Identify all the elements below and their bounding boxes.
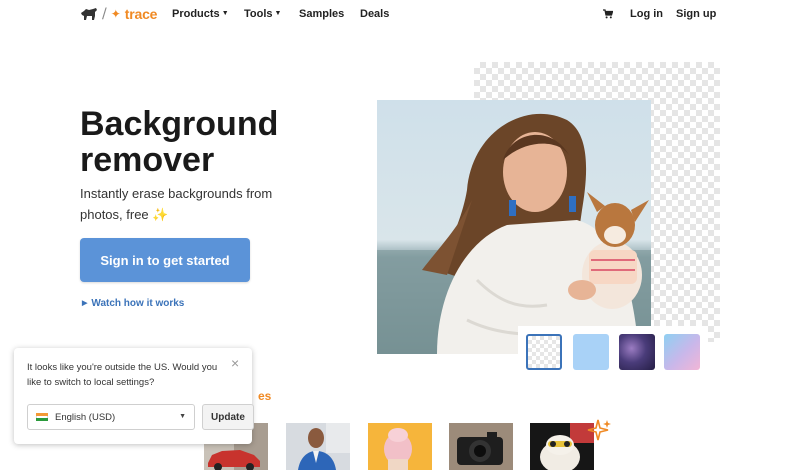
chevron-down-icon: ▼ — [179, 413, 186, 420]
sparkle-icon: ✦ — [110, 7, 121, 21]
man-in-suit-image — [286, 423, 350, 470]
update-button[interactable]: Update — [202, 404, 254, 430]
swatch-transparent[interactable] — [526, 334, 562, 370]
samples-heading: es — [258, 389, 272, 403]
signup-link[interactable]: Sign up — [676, 8, 716, 20]
woman-with-dog-image — [377, 100, 651, 354]
pink-hat-image — [368, 423, 432, 470]
nav-tools[interactable]: Tools ▼ — [244, 8, 281, 20]
logo-text: trace — [124, 6, 158, 22]
background-swatches — [518, 326, 708, 378]
hero-subtitle: Instantly erase backgrounds from photos,… — [80, 186, 273, 222]
page-title: Background remover — [80, 105, 279, 179]
sample-thumb-dog[interactable] — [530, 423, 594, 470]
sample-thumb-man[interactable] — [286, 423, 350, 470]
sample-thumb-camera[interactable] — [449, 423, 513, 470]
swatch-pastel-gradient[interactable] — [664, 334, 700, 370]
sign-in-cta-button[interactable]: Sign in to get started — [80, 238, 250, 282]
swatch-light-blue[interactable] — [573, 334, 609, 370]
dog-with-sunglasses-image — [530, 423, 594, 470]
nav-samples[interactable]: Samples — [299, 8, 344, 20]
close-icon[interactable]: × — [231, 356, 239, 370]
play-icon: ▶ — [82, 300, 88, 307]
india-flag-icon — [36, 413, 48, 422]
nav-products[interactable]: Products ▼ — [172, 8, 229, 20]
logo-slash: / — [102, 6, 107, 22]
sample-thumb-pink-hat[interactable] — [368, 423, 432, 470]
cart-icon[interactable] — [603, 9, 613, 19]
horse-logo-icon — [81, 8, 97, 20]
top-nav: / ✦ trace Products ▼ Tools ▼ Samples Deals… — [0, 0, 800, 30]
camera-image — [449, 423, 513, 470]
locale-popup-message: It looks like you're outside the US. Wou… — [27, 362, 218, 388]
chevron-down-icon: ▼ — [221, 10, 229, 17]
chevron-down-icon: ▼ — [274, 10, 282, 17]
locale-popup: It looks like you're outside the US. Wou… — [14, 348, 254, 444]
language-select-value: English (USD) — [55, 411, 116, 423]
sample-photo — [377, 100, 651, 354]
watch-link-label: Watch how it works — [91, 298, 185, 309]
swatch-galaxy[interactable] — [619, 334, 655, 370]
login-link[interactable]: Log in — [630, 8, 663, 20]
nav-products-label: Products — [172, 8, 220, 20]
sparkle-icon — [587, 419, 611, 441]
watch-how-it-works-link[interactable]: ▶ Watch how it works — [82, 298, 184, 309]
nav-tools-label: Tools — [244, 8, 273, 20]
language-select[interactable]: English (USD) ▼ — [27, 404, 195, 430]
logo[interactable]: / ✦ trace — [80, 5, 157, 23]
nav-deals[interactable]: Deals — [360, 8, 389, 20]
